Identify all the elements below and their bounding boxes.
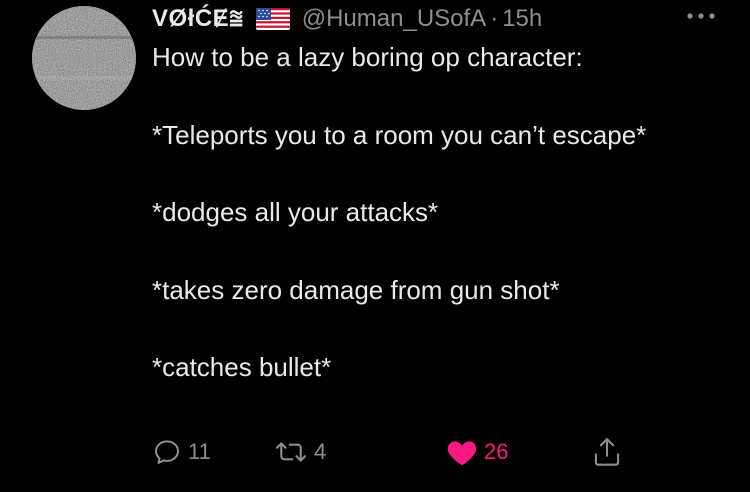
reply-count: 11 — [188, 439, 211, 464]
more-options-button[interactable] — [684, 2, 718, 30]
like-count: 26 — [484, 439, 509, 464]
us-flag-icon — [255, 8, 290, 30]
reply-button[interactable]: 11 — [152, 432, 211, 472]
timestamp[interactable]: 15h — [502, 5, 542, 33]
static-noise-avatar-image — [32, 6, 136, 110]
handle[interactable]: @Human_USofA — [302, 5, 486, 33]
heart-filled-icon — [447, 441, 477, 466]
retweet-count: 4 — [314, 439, 327, 464]
like-button[interactable]: 26 — [446, 432, 508, 472]
retweet-icon — [276, 442, 306, 462]
avatar[interactable] — [32, 6, 136, 110]
share-button[interactable] — [592, 432, 622, 472]
reply-bubble-icon — [155, 440, 179, 464]
retweet-button[interactable]: 4 — [274, 432, 326, 472]
more-horizontal-icon — [687, 13, 715, 19]
share-icon — [594, 438, 620, 466]
tweet-text: How to be a lazy boring op character: *T… — [152, 42, 647, 383]
tweet-actions: 11 4 26 — [152, 432, 632, 472]
display-name[interactable]: VØłĆɆ⩰ — [152, 5, 244, 33]
separator-dot: · — [490, 5, 499, 32]
tweet-header: VØłĆɆ⩰ @Human_USofA · 15h — [152, 2, 542, 36]
tweet[interactable]: VØłĆɆ⩰ @Human_USofA · 15h How to be a la… — [0, 0, 750, 492]
